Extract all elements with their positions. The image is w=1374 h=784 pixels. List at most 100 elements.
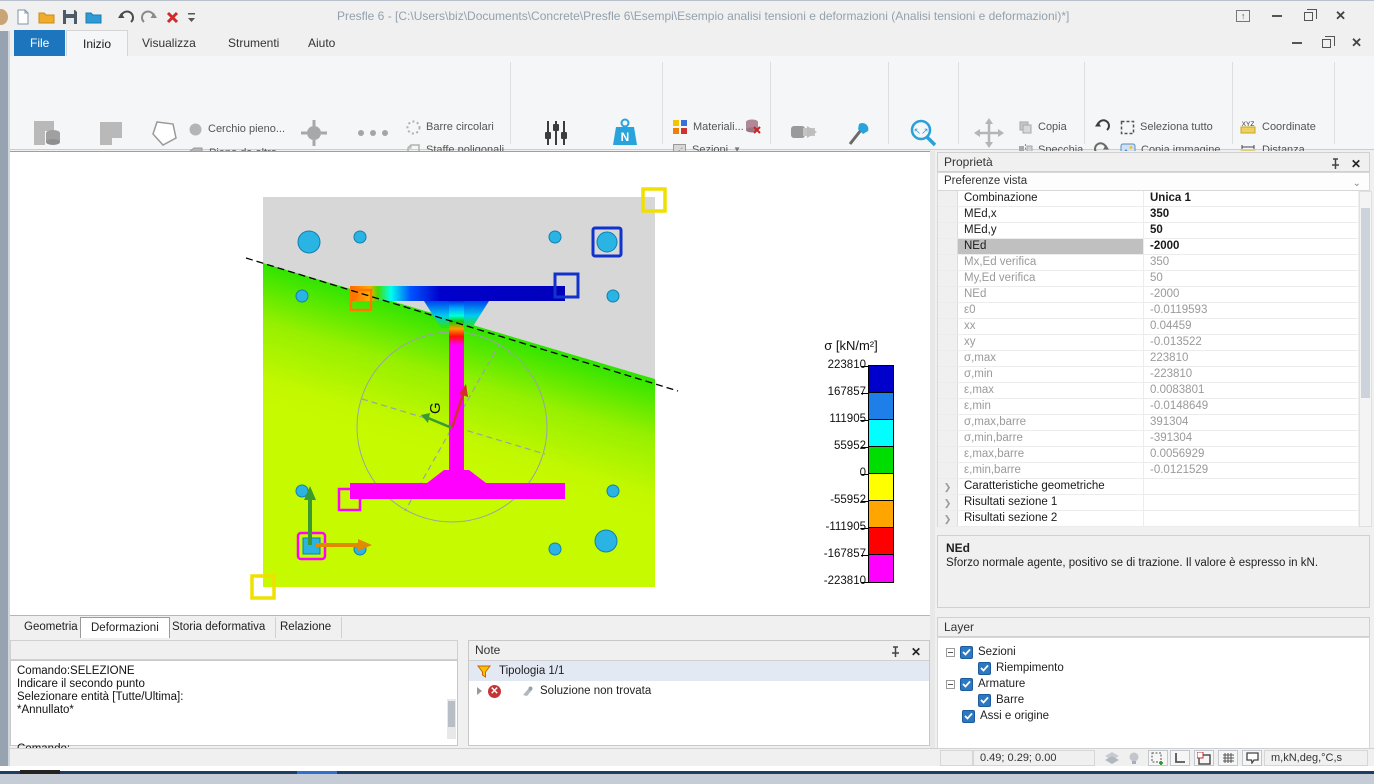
property-row-selected[interactable]: NEd-2000 xyxy=(938,239,1358,255)
qat-more-icon[interactable] xyxy=(187,11,196,23)
property-row[interactable]: CombinazioneUnica 1 xyxy=(938,191,1358,207)
tooltip-icon[interactable] xyxy=(1242,750,1262,766)
open-folder-icon[interactable] xyxy=(38,9,55,25)
rebar[interactable] xyxy=(296,290,308,302)
lightbulb-icon[interactable] xyxy=(1124,750,1144,766)
legend-tick: -223810 xyxy=(808,575,866,587)
layer-item-assi-e-origine[interactable]: Assi e origine xyxy=(938,708,1369,724)
rebar[interactable] xyxy=(549,543,561,555)
save-icon[interactable] xyxy=(62,9,78,25)
grid-icon[interactable] xyxy=(1218,750,1238,766)
undo-small-icon[interactable] xyxy=(1094,119,1110,133)
property-row[interactable]: σ,min,barre-391304 xyxy=(938,431,1358,447)
add-selection-icon[interactable] xyxy=(1148,750,1168,766)
checkbox-checked[interactable] xyxy=(960,646,973,659)
property-group-row[interactable]: ❯Risultati sezione 2 xyxy=(938,511,1358,527)
tab-aiuto[interactable]: Aiuto xyxy=(292,30,351,56)
rebar[interactable] xyxy=(549,231,561,243)
scrollbar-thumb[interactable] xyxy=(1361,208,1370,398)
redo-icon[interactable] xyxy=(141,10,158,25)
drawing-canvas[interactable]: G xyxy=(10,151,930,615)
property-description-title: NEd xyxy=(946,541,1361,555)
undo-icon[interactable] xyxy=(117,10,134,25)
console-scrollbar[interactable] xyxy=(447,699,456,739)
checkbox-checked[interactable] xyxy=(978,694,991,707)
select-all-icon xyxy=(1120,120,1135,135)
blue-folder-icon[interactable] xyxy=(85,9,102,25)
layers-icon[interactable] xyxy=(1102,750,1122,766)
ribbon-pin-button[interactable]: ↑ xyxy=(1236,10,1250,22)
minimize-button[interactable] xyxy=(1272,15,1282,17)
layer-item-sezioni[interactable]: Sezioni xyxy=(938,644,1369,660)
close-button[interactable]: ✕ xyxy=(1335,11,1346,21)
tab-geometria[interactable]: Geometria xyxy=(14,617,89,638)
property-row[interactable]: xx0.04459 xyxy=(938,319,1358,335)
materiali-button[interactable]: Materiali... xyxy=(672,118,744,136)
close-panel-icon[interactable]: ✕ xyxy=(911,643,921,661)
rebar[interactable] xyxy=(354,231,366,243)
tab-storia-deformativa[interactable]: Storia deformativa xyxy=(162,617,276,638)
property-row[interactable]: Mx,Ed verifica350 xyxy=(938,255,1358,271)
tab-visualizza[interactable]: Visualizza xyxy=(126,30,212,56)
rebar[interactable] xyxy=(298,231,320,253)
property-row[interactable]: xy-0.013522 xyxy=(938,335,1358,351)
coordinate-button[interactable]: XYZ Coordinate xyxy=(1240,118,1316,136)
tab-inizio[interactable]: Inizio xyxy=(66,30,128,56)
property-row[interactable]: ε,max0.0083801 xyxy=(938,383,1358,399)
collapse-icon[interactable] xyxy=(946,680,955,689)
note-filter-row[interactable]: Tipologia 1/1 xyxy=(469,661,929,681)
new-file-icon[interactable] xyxy=(15,9,31,25)
properties-grid: CombinazioneUnica 1 MEd,x350 MEd,y50 NEd… xyxy=(937,191,1358,527)
property-row[interactable]: My,Ed verifica50 xyxy=(938,271,1358,287)
property-group-row[interactable]: ❯Risultati sezione 1 xyxy=(938,495,1358,511)
child-restore-button[interactable] xyxy=(1322,39,1331,48)
pin-icon[interactable] xyxy=(890,645,901,663)
tab-strumenti[interactable]: Strumenti xyxy=(212,30,295,56)
tab-relazione[interactable]: Relazione xyxy=(270,617,342,638)
tab-file[interactable]: File xyxy=(14,30,65,56)
expand-icon[interactable] xyxy=(477,687,482,695)
cerchio-pieno-button[interactable]: Cerchio pieno... xyxy=(188,120,285,138)
property-group-row[interactable]: ❯Caratteristiche geometriche xyxy=(938,479,1358,495)
property-row[interactable]: ε,min-0.0148649 xyxy=(938,399,1358,415)
child-close-button[interactable]: ✕ xyxy=(1351,38,1362,48)
rebar-selected[interactable] xyxy=(597,232,617,252)
property-row[interactable]: MEd,y50 xyxy=(938,223,1358,239)
collapse-icon[interactable] xyxy=(946,648,955,657)
property-row[interactable]: σ,min-223810 xyxy=(938,367,1358,383)
database-delete-icon[interactable] xyxy=(744,118,762,135)
property-row[interactable]: σ,max,barre391304 xyxy=(938,415,1358,431)
layer-item-armature[interactable]: Armature xyxy=(938,676,1369,692)
checkbox-checked[interactable] xyxy=(960,678,973,691)
restore-button[interactable] xyxy=(1304,12,1313,21)
ortho-axes-icon[interactable] xyxy=(1170,750,1190,766)
checkbox-checked[interactable] xyxy=(978,662,991,675)
note-message-row[interactable]: ✕ Soluzione non trovata xyxy=(469,681,929,701)
property-row[interactable]: ε0-0.0119593 xyxy=(938,303,1358,319)
command-console[interactable]: Comando:SELEZIONE Indicare il secondo pu… xyxy=(10,660,458,746)
rebar[interactable] xyxy=(595,530,617,552)
child-minimize-button[interactable] xyxy=(1292,42,1302,44)
ibeam-top-flange[interactable] xyxy=(350,286,565,301)
tab-deformazioni[interactable]: Deformazioni xyxy=(80,617,170,638)
rebar[interactable] xyxy=(607,485,619,497)
ibeam-bottom-flange[interactable] xyxy=(350,483,565,499)
layer-item-barre[interactable]: Barre xyxy=(938,692,1369,708)
checkbox-checked[interactable] xyxy=(962,710,975,723)
rebar[interactable] xyxy=(607,290,619,302)
close-panel-icon[interactable]: ✕ xyxy=(1351,155,1361,173)
layer-item-riempimento[interactable]: Riempimento xyxy=(938,660,1369,676)
property-row[interactable]: ε,max,barre0.0056929 xyxy=(938,447,1358,463)
snap-rectangle-icon[interactable] xyxy=(1194,750,1214,766)
copia-button[interactable]: Copia xyxy=(1018,118,1067,136)
barre-circolari-button[interactable]: Barre circolari xyxy=(406,118,494,136)
console-header xyxy=(10,640,458,660)
property-row[interactable]: MEd,x350 xyxy=(938,207,1358,223)
property-row[interactable]: NEd-2000 xyxy=(938,287,1358,303)
seleziona-tutto-button[interactable]: Seleziona tutto xyxy=(1120,118,1213,136)
properties-scrollbar[interactable] xyxy=(1359,191,1372,527)
property-row[interactable]: ε,min,barre-0.0121529 xyxy=(938,463,1358,479)
property-row[interactable]: σ,max223810 xyxy=(938,351,1358,367)
delete-icon[interactable] xyxy=(165,10,180,25)
properties-view-selector[interactable]: Preferenze vista⌄ xyxy=(937,172,1370,191)
